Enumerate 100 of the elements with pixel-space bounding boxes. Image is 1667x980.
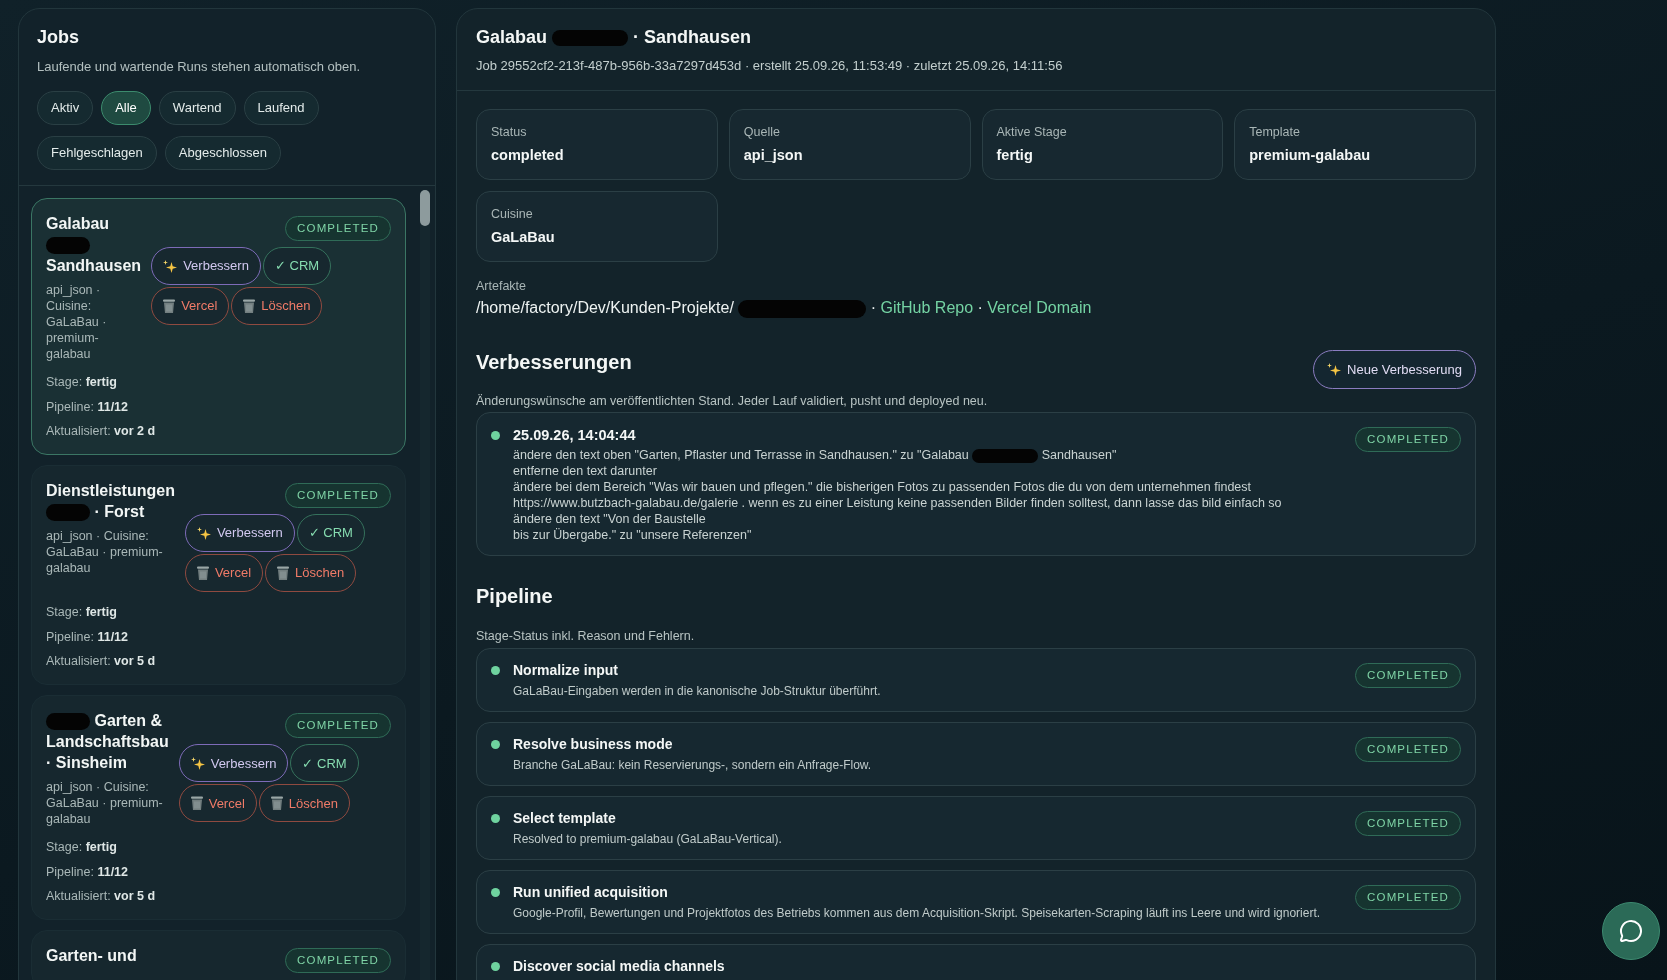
stat-label: Template [1249,124,1301,140]
improve-button[interactable]: Verbessern [178,744,289,783]
stage-name: Select template [513,809,617,827]
crm-button[interactable]: ✓ CRM [262,247,332,286]
scrollbar-thumb[interactable] [420,190,430,226]
job-meta-line: Job 29552cf2-213f-487b-956b-33a7297d453d · erstellt 25.09.26, 11:53:49 · zuletzt 25.09.26, 14:11:56 [476,57,1064,75]
job-meta: api_json · Cuisine: GaLaBau · premium-galabau [46,282,108,362]
stage-name: Normalize input [513,661,619,679]
panel-title: Jobs [37,26,80,49]
stat-value: premium-galabau [1249,146,1372,164]
stat-label: Quelle [743,124,781,140]
section-subtitle: Stage-Status inkl. Reason und Fehlern. [476,628,696,644]
filter-chip[interactable]: Fehlgeschlagen [37,136,157,170]
redaction-mark [46,504,90,522]
status-badge: COMPLETED [1355,663,1461,689]
stage-detail: Branche GaLaBau: kein Reservierungs-, sondern ein Anfrage-Flow. [513,757,872,773]
job-card[interactable]: Dienstleistungen · Forst api_json · Cuisine: GaLaBau · premium-galabau COMPLETED Verbessern ✓ CRM Vercel Löschen Stage: fertig Pipeline: 11/12 Aktualisiert: vor 5 d [31,465,406,686]
job-title: Garten & [94,712,163,730]
sparkle-icon [196,526,211,540]
status-badge: COMPLETED [1355,427,1461,453]
stage-detail: Resolved to premium-galabau (GaLaBau-Vertical). [513,831,782,847]
artifact-text: · [977,299,983,316]
section-title: Pipeline [476,584,554,608]
job-stat-text: Pipeline: 11/12 [46,398,130,415]
job-detail-title: Galabau [476,27,548,47]
job-title: · Forst [94,503,145,520]
status-badge: COMPLETED [285,483,391,509]
improve-button[interactable]: Verbessern [184,514,295,553]
request-text: entferne den text darunter [513,464,657,478]
status-badge: COMPLETED [285,713,391,739]
job-stat-text: Pipeline: 11/12 [46,628,130,645]
request-text: ändere den text "Von der Baustelle [513,512,706,526]
delete-button[interactable]: Löschen [265,554,357,593]
stat-label: Aktive Stage [996,124,1068,140]
sparkle-icon [1327,363,1342,376]
delete-button[interactable]: Vercel [178,784,257,823]
redaction-mark [46,237,90,255]
job-stat-text: Stage: fertig [46,374,118,390]
delete-button[interactable]: Vercel [151,287,230,326]
job-stat-text: Aktualisiert: vor 5 d [46,888,157,905]
filter-chip[interactable]: Aktiv [37,91,94,125]
job-title: Galabau [46,215,110,232]
job-title: Sandhausen [46,257,142,274]
filter-chip[interactable]: Abgeschlossen [164,136,281,170]
status-badge: COMPLETED [1355,737,1461,763]
stat-value: completed [491,146,565,164]
improve-button[interactable]: Verbessern [151,247,261,286]
status-badge: COMPLETED [285,216,391,242]
job-title: Dienstleistungen [46,482,175,499]
artifact-link[interactable]: Vercel Domain [987,299,1092,316]
chat-bubble-icon [1619,919,1643,943]
job-stat-text: Aktualisiert: vor 2 d [46,423,157,439]
filter-chip[interactable]: Wartend [158,91,236,125]
trash-icon [243,299,256,314]
filter-chip[interactable]: Alle [101,91,151,125]
job-stat-text: Pipeline: 11/12 [46,863,130,880]
delete-button[interactable]: Vercel [184,554,264,593]
request-text: ändere den text oben "Garten, Pflaster und Terrasse in Sandhausen." zu "Galabau [513,448,969,462]
artifact-link[interactable]: GitHub Repo [880,299,974,316]
delete-button[interactable]: Löschen [258,784,350,823]
artifact-text: /home/factory/Dev/Kunden-Projekte/ [476,299,734,316]
stage-detail: GaLaBau-Eingaben werden in die kanonische Job-Struktur überführt. [513,683,881,699]
request-text: ändere bei dem Bereich "Was wir bauen und pflegen." die bisherigen Fotos zu passenden Fotos die du von dem unternehmen findest [513,480,1252,494]
stage-name: Run unified acquisition [513,883,669,901]
crm-button[interactable]: ✓ CRM [296,514,365,553]
trash-icon [190,796,203,811]
improvement-time: 25.09.26, 14:04:44 [513,426,637,445]
status-badge: COMPLETED [285,948,391,974]
job-title: Garten- und [46,947,137,965]
panel-subtitle: Laufende und wartende Runs stehen automatisch oben. [37,58,362,76]
artifacts-label: Artefakte [476,278,528,294]
job-stat-text: Stage: fertig [46,604,118,621]
new-improvement-button[interactable]: Neue Verbesserung [1313,350,1476,389]
job-card[interactable]: Garten- und COMPLETED [31,930,406,980]
status-badge: COMPLETED [1355,811,1461,837]
artifact-text: · [870,299,877,316]
sparkle-icon [163,259,178,273]
stage-detail: Google-Profil, Bewertungen und Projektfotos des Betriebs kommen aus dem Acquisition-Skript. Speisekarten-Scraping läuft ins Leere und wird ignoriert. [513,905,1321,921]
delete-button[interactable]: Löschen [231,287,323,326]
job-card[interactable]: Garten & Landschaftsbau · Sinsheim api_json · Cuisine: GaLaBau · premium-galabau COMPLETED Verbessern ✓ CRM Vercel Löschen Stage: fertig Pipeline: 11/12 Aktualisiert: vor 5 d [31,695,406,921]
redaction-mark [972,448,1039,463]
sparkle-icon [190,756,205,770]
job-title: Landschaftsbau · Sinsheim [46,733,169,772]
stat-value: GaLaBau [491,228,556,246]
stat-label: Status [491,124,528,140]
request-text: bis zur Übergabe." zu "unsere Referenzen" [513,528,752,542]
crm-button[interactable]: ✓ CRM [290,744,359,783]
job-stat-text: Aktualisiert: vor 5 d [46,653,157,670]
stat-label: Cuisine [491,206,534,222]
filter-chip[interactable]: Laufend [243,91,319,125]
job-stat-text: Stage: fertig [46,839,118,856]
section-subtitle: Änderungswünsche am veröffentlichten Stand. Jeder Lauf validiert, pusht und deployed neu. [476,393,989,409]
job-card[interactable]: Galabau Sandhausen api_json · Cuisine: GaLaBau · premium-galabau COMPLETED Verbessern ✓ CRM Vercel Löschen Stage: fertig Pipeline: 11/12 Aktualisiert: vor 2 d [31,198,406,455]
status-badge: COMPLETED [1355,885,1461,911]
trash-icon [277,566,290,581]
request-text: https://www.butzbach-galabau.de/galerie . wenn es zu einer Leistung keine passenden Bilder finden solltest, dann lasse das bild einfach so [513,496,1282,510]
stat-value: fertig [996,146,1034,164]
request-text: Sandhausen" [1041,448,1117,462]
job-meta: api_json · Cuisine: GaLaBau · premium-galabau [46,779,164,828]
section-title: Verbesserungen [476,350,632,374]
